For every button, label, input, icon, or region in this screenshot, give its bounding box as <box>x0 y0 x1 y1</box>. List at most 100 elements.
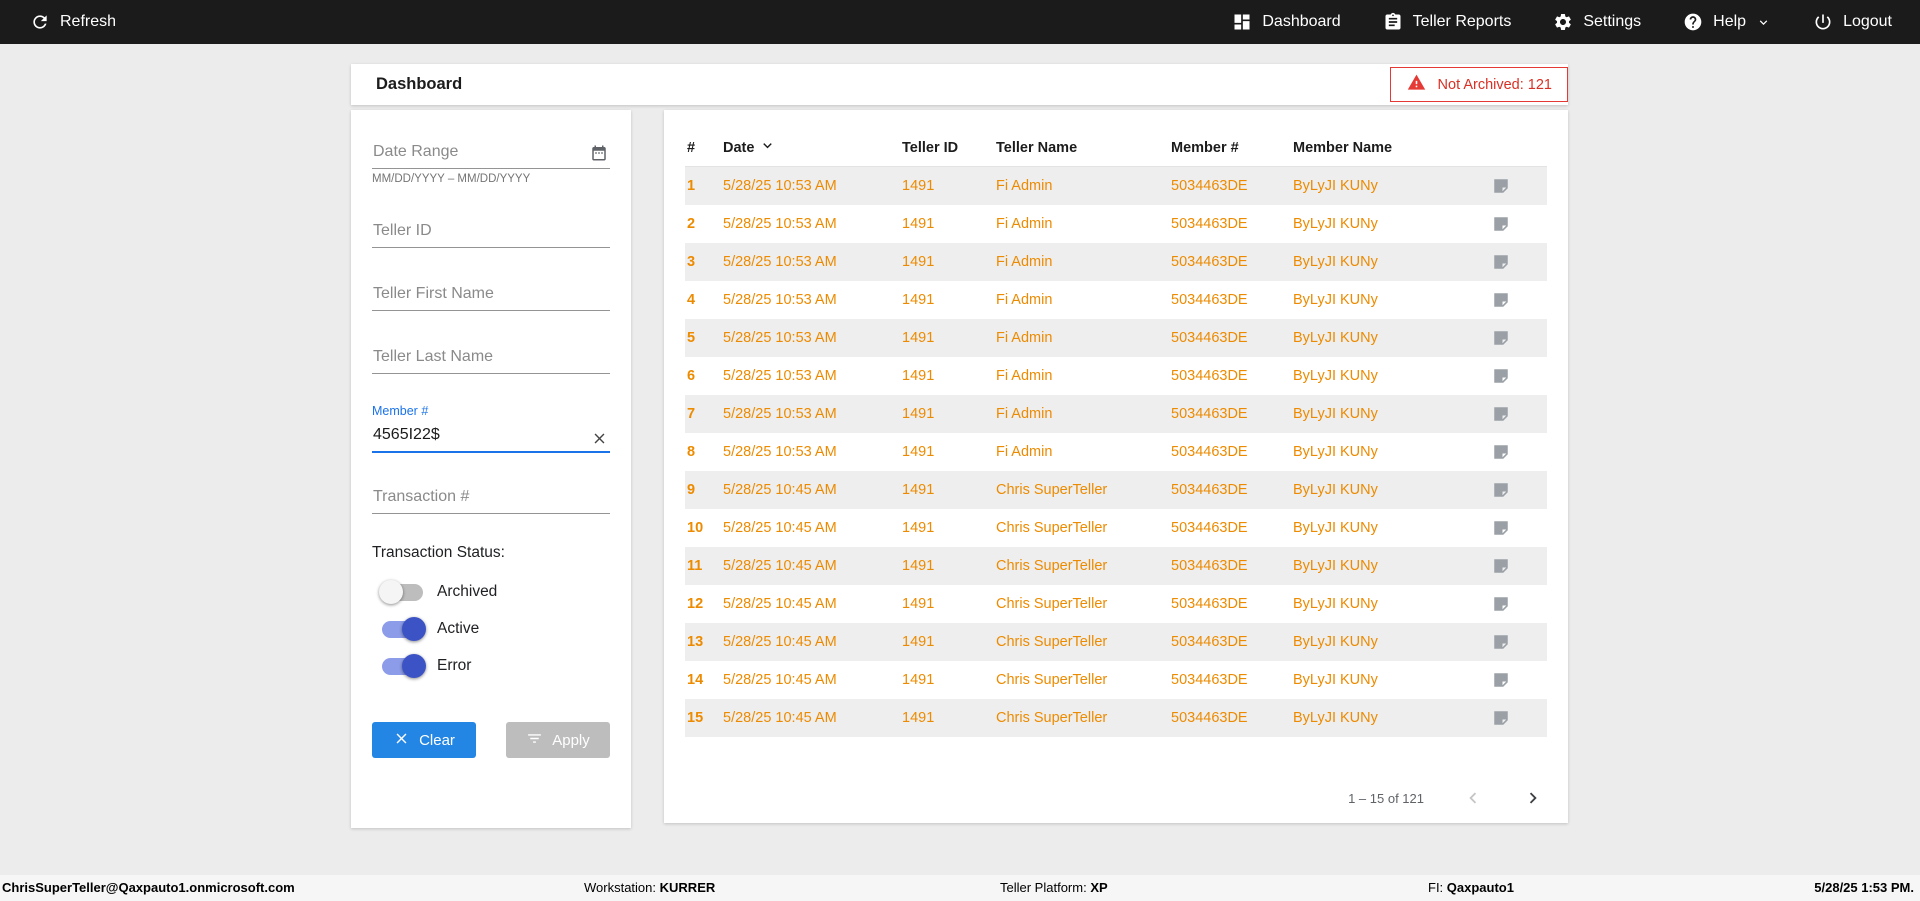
table-row[interactable]: 14 5/28/25 10:45 AM 1491 Chris SuperTeller 5… <box>685 661 1547 699</box>
workstation-value: KURRER <box>659 880 716 895</box>
cell-date: 5/28/25 10:53 AM <box>723 292 837 308</box>
cell-num: 7 <box>687 406 696 422</box>
cell-teller-name: Fi Admin <box>996 406 1053 422</box>
power-icon <box>1813 12 1833 32</box>
cell-date: 5/28/25 10:53 AM <box>723 254 837 270</box>
header-member[interactable]: Member # <box>1171 140 1293 156</box>
filter-panel: MM/DD/YYYY – MM/DD/YYYY Member # <box>351 110 631 828</box>
cell-date: 5/28/25 10:53 AM <box>723 216 837 232</box>
teller-first-name-input[interactable] <box>372 278 610 311</box>
table-row[interactable]: 4 5/28/25 10:53 AM 1491 Fi Admin 5034463DE By… <box>685 281 1547 319</box>
cell-member-name: ByLyJI KUNy <box>1293 292 1378 308</box>
note-icon[interactable] <box>1486 215 1547 233</box>
header-date-label: Date <box>723 139 755 156</box>
table-row[interactable]: 7 5/28/25 10:53 AM 1491 Fi Admin 5034463DE By… <box>685 395 1547 433</box>
header-date[interactable]: Date <box>723 137 902 158</box>
note-icon[interactable] <box>1486 481 1547 499</box>
cell-member-name: ByLyJI KUNy <box>1293 558 1378 574</box>
cell-member: 5034463DE <box>1171 710 1248 726</box>
clear-button-label: Clear <box>419 731 455 749</box>
note-icon[interactable] <box>1486 595 1547 613</box>
note-icon[interactable] <box>1486 709 1547 727</box>
not-archived-badge[interactable]: Not Archived: 121 <box>1389 67 1568 102</box>
table-row[interactable]: 2 5/28/25 10:53 AM 1491 Fi Admin 5034463DE By… <box>685 205 1547 243</box>
member-number-input[interactable] <box>372 419 610 453</box>
note-icon[interactable] <box>1486 405 1547 423</box>
note-icon[interactable] <box>1486 633 1547 651</box>
cell-teller-name: Chris SuperTeller <box>996 710 1108 726</box>
cell-date: 5/28/25 10:53 AM <box>723 406 837 422</box>
table-row[interactable]: 9 5/28/25 10:45 AM 1491 Chris SuperTeller 50… <box>685 471 1547 509</box>
table-row[interactable]: 3 5/28/25 10:53 AM 1491 Fi Admin 5034463DE By… <box>685 243 1547 281</box>
teller-last-name-field <box>372 341 610 374</box>
note-icon[interactable] <box>1486 519 1547 537</box>
note-icon[interactable] <box>1486 367 1547 385</box>
cell-num: 3 <box>687 254 696 270</box>
cell-member-name: ByLyJI KUNy <box>1293 482 1378 498</box>
cell-num: 6 <box>687 368 696 384</box>
error-label: Error <box>437 657 472 674</box>
refresh-button[interactable]: Refresh <box>30 12 116 32</box>
cell-date: 5/28/25 10:53 AM <box>723 178 837 194</box>
reports-icon <box>1383 12 1403 32</box>
table-row[interactable]: 13 5/28/25 10:45 AM 1491 Chris SuperTeller 5… <box>685 623 1547 661</box>
next-page-button[interactable] <box>1522 787 1544 809</box>
status-bar: ChrisSuperTeller@Qaxpauto1.onmicrosoft.c… <box>0 875 1920 901</box>
table-row[interactable]: 15 5/28/25 10:45 AM 1491 Chris SuperTeller 5… <box>685 699 1547 737</box>
cell-teller-name: Chris SuperTeller <box>996 634 1108 650</box>
nav-logout[interactable]: Logout <box>1813 12 1892 32</box>
apply-button[interactable]: Apply <box>506 722 610 758</box>
note-icon[interactable] <box>1486 253 1547 271</box>
cell-teller-name: Fi Admin <box>996 254 1053 270</box>
previous-page-button[interactable] <box>1462 787 1484 809</box>
header-num[interactable]: # <box>685 140 723 156</box>
table-row[interactable]: 6 5/28/25 10:53 AM 1491 Fi Admin 5034463DE By… <box>685 357 1547 395</box>
header-teller-name[interactable]: Teller Name <box>996 140 1171 156</box>
nav-dashboard[interactable]: Dashboard <box>1232 12 1341 32</box>
note-icon[interactable] <box>1486 557 1547 575</box>
fi-info: FI: Qaxpauto1 <box>1428 880 1514 895</box>
table-row[interactable]: 11 5/28/25 10:45 AM 1491 Chris SuperTeller 5… <box>685 547 1547 585</box>
cell-date: 5/28/25 10:45 AM <box>723 710 837 726</box>
cell-teller-id: 1491 <box>902 520 935 536</box>
clear-button[interactable]: Clear <box>372 722 476 758</box>
header-member-name[interactable]: Member Name <box>1293 140 1486 156</box>
chevron-down-icon <box>1756 15 1771 30</box>
note-icon[interactable] <box>1486 671 1547 689</box>
clear-member-icon[interactable] <box>591 430 608 447</box>
nav-help[interactable]: Help <box>1683 12 1771 32</box>
cell-date: 5/28/25 10:45 AM <box>723 634 837 650</box>
toggle-error[interactable]: Error <box>372 653 610 678</box>
cell-date: 5/28/25 10:45 AM <box>723 482 837 498</box>
note-icon[interactable] <box>1486 329 1547 347</box>
nav-teller-reports[interactable]: Teller Reports <box>1383 12 1511 32</box>
table-row[interactable]: 8 5/28/25 10:53 AM 1491 Fi Admin 5034463DE By… <box>685 433 1547 471</box>
nav-settings[interactable]: Settings <box>1553 12 1641 32</box>
toggle-archived[interactable]: Archived <box>372 579 610 604</box>
error-switch[interactable] <box>382 653 426 678</box>
date-range-input[interactable] <box>372 136 610 169</box>
table-row[interactable]: 10 5/28/25 10:45 AM 1491 Chris SuperTeller 5… <box>685 509 1547 547</box>
cell-date: 5/28/25 10:45 AM <box>723 596 837 612</box>
teller-last-name-input[interactable] <box>372 341 610 374</box>
calendar-icon[interactable] <box>590 144 608 162</box>
toggle-active[interactable]: Active <box>372 616 610 641</box>
teller-first-name-field <box>372 278 610 311</box>
pagination-range: 1 – 15 of 121 <box>1348 790 1424 806</box>
refresh-icon <box>30 12 50 32</box>
active-switch[interactable] <box>382 616 426 641</box>
cell-teller-id: 1491 <box>902 482 935 498</box>
note-icon[interactable] <box>1486 443 1547 461</box>
table-row[interactable]: 12 5/28/25 10:45 AM 1491 Chris SuperTeller 5… <box>685 585 1547 623</box>
table-row[interactable]: 1 5/28/25 10:53 AM 1491 Fi Admin 5034463DE By… <box>685 167 1547 205</box>
note-icon[interactable] <box>1486 177 1547 195</box>
header-teller-id[interactable]: Teller ID <box>902 140 996 156</box>
table-row[interactable]: 5 5/28/25 10:53 AM 1491 Fi Admin 5034463DE By… <box>685 319 1547 357</box>
cell-member-name: ByLyJI KUNy <box>1293 596 1378 612</box>
teller-id-input[interactable] <box>372 215 610 248</box>
archived-switch[interactable] <box>379 579 423 604</box>
cell-teller-name: Fi Admin <box>996 444 1053 460</box>
transaction-number-input[interactable] <box>372 481 610 514</box>
cell-teller-name: Chris SuperTeller <box>996 558 1108 574</box>
note-icon[interactable] <box>1486 291 1547 309</box>
